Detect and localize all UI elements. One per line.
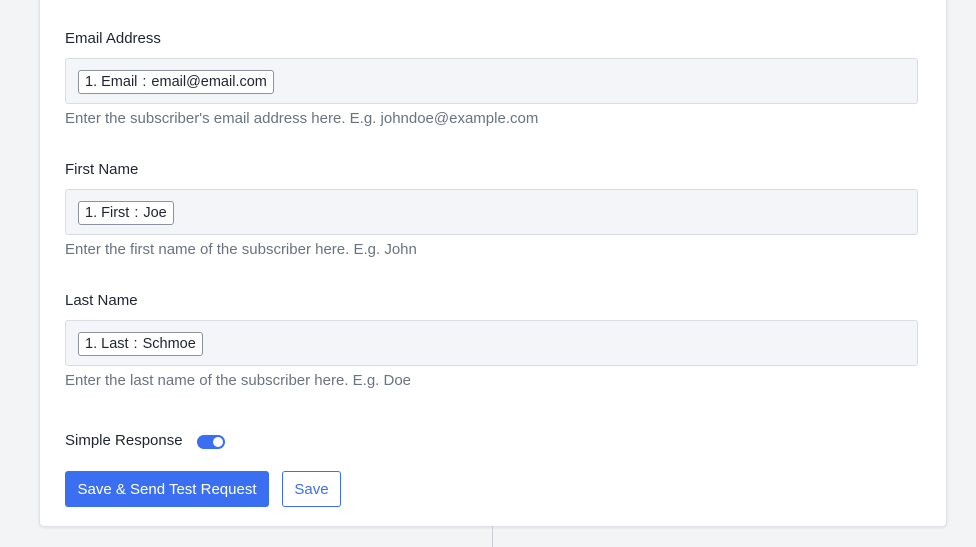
first-name-token-pill[interactable]: 1. First: Joe (78, 201, 174, 225)
token-index: 1. (85, 205, 98, 221)
last-name-label: Last Name (65, 292, 138, 309)
email-token-pill[interactable]: 1. Email: email@email.com (78, 70, 274, 94)
token-value: Schmoe (142, 336, 196, 352)
form-card: Email Address 1. Email: email@email.com E… (39, 0, 947, 527)
token-index: 1. (85, 336, 98, 352)
token-name: Email (101, 74, 138, 90)
toggle-knob (213, 437, 223, 447)
save-and-send-test-request-button[interactable]: Save & Send Test Request (65, 471, 269, 507)
flow-connector-line (492, 526, 493, 547)
email-address-label: Email Address (65, 30, 161, 47)
simple-response-toggle[interactable] (197, 435, 225, 449)
simple-response-label: Simple Response (65, 432, 183, 449)
last-name-token-pill[interactable]: 1. Last: Schmoe (78, 332, 203, 356)
save-button[interactable]: Save (282, 471, 341, 507)
token-name: Last (101, 336, 129, 352)
email-address-field[interactable]: 1. Email: email@email.com (65, 58, 918, 104)
email-address-help: Enter the subscriber's email address her… (65, 110, 539, 127)
last-name-field[interactable]: 1. Last: Schmoe (65, 320, 918, 366)
token-separator: : (134, 205, 139, 221)
token-index: 1. (85, 74, 98, 90)
first-name-label: First Name (65, 161, 139, 178)
token-value: Joe (143, 205, 167, 221)
token-name: First (101, 205, 130, 221)
token-separator: : (142, 74, 147, 90)
token-separator: : (133, 336, 138, 352)
first-name-help: Enter the first name of the subscriber h… (65, 241, 417, 258)
last-name-help: Enter the last name of the subscriber he… (65, 372, 412, 389)
token-value: email@email.com (151, 74, 267, 90)
first-name-field[interactable]: 1. First: Joe (65, 189, 918, 235)
